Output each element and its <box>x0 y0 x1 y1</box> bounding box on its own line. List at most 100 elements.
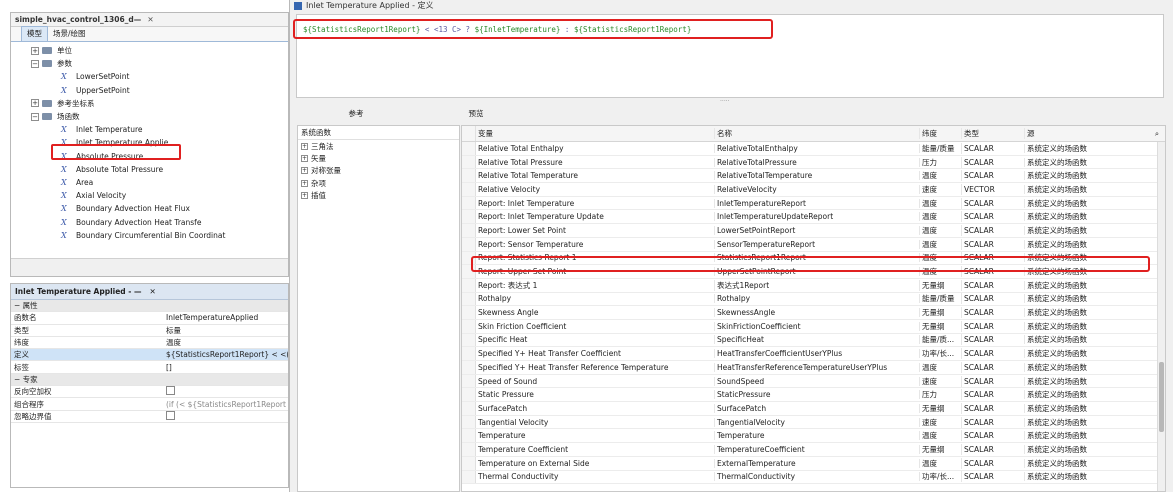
table-row[interactable]: Report: Inlet Temperature Update InletTem… <box>462 210 1165 225</box>
table-row[interactable]: Speed of Sound SoundSpeed 速度 SCALAR 系统定义的场函数 <box>462 374 1165 389</box>
table-row[interactable]: Relative Velocity RelativeVelocity 速度 VECTO… <box>462 183 1165 197</box>
cell-source: 系统定义的场函数 <box>1027 376 1087 386</box>
property-row[interactable]: 类型 标量 <box>11 325 288 337</box>
tree-item-label: Axial Velocity <box>76 191 127 201</box>
col-dimension[interactable]: 纬度 <box>920 128 962 139</box>
property-row[interactable]: 纬度 温度 <box>11 337 288 350</box>
col-variable[interactable]: 变量 <box>476 128 715 139</box>
close-icon[interactable]: ✕ <box>147 15 153 24</box>
row-gutter <box>462 443 476 456</box>
table-row[interactable]: Skewness Angle SkewnessAngle 无量纲 SCALAR 系统定义… <box>462 306 1165 320</box>
table-row[interactable]: Temperature Coefficient TemperatureCoeffi… <box>462 443 1165 457</box>
cell-dimension: 速度 <box>920 375 962 387</box>
table-row[interactable]: Relative Total Enthalpy RelativeTotalEnth… <box>462 142 1165 156</box>
table-row[interactable]: Relative Total Temperature RelativeTotalT… <box>462 169 1165 184</box>
table-row[interactable]: Report: Inlet Temperature InletTemperatur… <box>462 196 1165 211</box>
checkbox[interactable] <box>166 386 175 396</box>
tab-scenes-plots[interactable]: 场景/绘图 <box>48 27 91 41</box>
property-value[interactable]: InletTemperatureApplied <box>166 313 288 322</box>
table-row[interactable]: Skin Friction Coefficient SkinFrictionCoe… <box>462 319 1165 334</box>
expand-icon[interactable]: + <box>31 99 39 108</box>
tree-item[interactable]: X Boundary Circumferential Bin Coordinat <box>61 229 225 242</box>
tree-item[interactable]: X Axial Velocity <box>61 189 126 202</box>
collapse-icon[interactable]: − <box>31 59 39 68</box>
table-row[interactable]: Report: Lower Set Point LowerSetPointRepo… <box>462 224 1165 238</box>
col-type[interactable]: 类型 <box>962 128 1025 139</box>
dialog-title: Inlet Temperature Applied - 定义 <box>306 1 434 10</box>
property-row[interactable]: 标签 [] <box>11 361 288 374</box>
function-category[interactable]: + 对称张量 <box>298 165 459 177</box>
tree-tab[interactable]: simple_hvac_control_1306_d— ✕ <box>11 13 288 27</box>
table-row[interactable]: Thermal Conductivity ThermalConductivity 功… <box>462 470 1165 485</box>
col-source[interactable]: 源 <box>1025 128 1149 139</box>
cell-dimension: 无量纲 <box>920 307 962 319</box>
expand-icon[interactable]: + <box>301 167 308 175</box>
expand-icon[interactable]: + <box>301 192 308 200</box>
property-row[interactable]: 反向空加权 <box>11 386 288 399</box>
table-row[interactable]: Temperature on External Side ExternalTemp… <box>462 456 1165 471</box>
checkbox[interactable] <box>166 410 175 420</box>
function-category[interactable]: + 三角法 <box>298 140 459 152</box>
tree-item[interactable]: − 参数 <box>31 57 72 70</box>
function-category[interactable]: + 矢量 <box>298 152 459 164</box>
property-row[interactable]: 函数名 InletTemperatureApplied <box>11 312 288 325</box>
tree-item[interactable]: X Boundary Advection Heat Transfe <box>61 216 201 229</box>
property-value[interactable]: 温度 <box>166 337 288 348</box>
table-row[interactable]: SurfacePatch SurfacePatch 无量纲 SCALAR 系统定义的场函… <box>462 402 1165 416</box>
tab-preview[interactable]: 预览 <box>416 108 536 119</box>
tree-item[interactable]: X LowerSetPoint <box>61 70 129 83</box>
tree-item[interactable]: X Boundary Advection Heat Flux <box>61 202 190 215</box>
property-value[interactable]: ${StatisticsReport1Report} < <( <box>166 350 288 359</box>
property-value[interactable]: (if (< ${StatisticsReport1Report <box>166 400 288 409</box>
properties-table: − 属性 函数名 InletTemperatureApplied 类型 标量 纬度 温度 定义… <box>11 300 288 423</box>
table-row[interactable]: Specified Y+ Heat Transfer Reference Tem… <box>462 361 1165 375</box>
property-row[interactable]: 定义 ${StatisticsReport1Report} < <( <box>11 349 288 362</box>
property-value[interactable]: 标量 <box>166 325 288 336</box>
table-row[interactable]: Specific Heat SpecificHeat 能量/质... SCALAR 系统… <box>462 333 1165 348</box>
vertical-scrollbar[interactable] <box>1157 142 1165 491</box>
tree-item[interactable]: X Area <box>61 176 93 189</box>
table-row[interactable]: Specified Y+ Heat Transfer Coefficient He… <box>462 347 1165 361</box>
collapse-icon[interactable]: − <box>31 112 39 121</box>
table-row[interactable]: Report: 表达式 1 表达式1Report 无量纲 SCALAR 系统定义的场函数 <box>462 278 1165 293</box>
property-section[interactable]: − 属性 <box>11 300 288 313</box>
cell-variable: SurfacePatch <box>476 403 715 413</box>
table-row[interactable]: Report: Sensor Temperature SensorTemperat… <box>462 237 1165 252</box>
cell-type: SCALAR <box>962 308 1025 318</box>
cell-dimension: 温度 <box>920 224 962 236</box>
scrollbar-thumb[interactable] <box>1159 362 1164 432</box>
expand-icon[interactable]: + <box>301 142 308 150</box>
cell-dimension: 无量纲 <box>920 279 962 291</box>
tree-item[interactable]: + 单位 <box>31 44 72 57</box>
search-icon[interactable]: ⌕ <box>1149 129 1165 139</box>
col-name[interactable]: 名称 <box>715 128 920 139</box>
expand-icon[interactable]: + <box>31 46 39 55</box>
property-value[interactable]: [] <box>166 363 288 372</box>
tree-item[interactable]: X Inlet Temperature <box>61 123 143 136</box>
table-row[interactable]: Tangential Velocity TangentialVelocity 速度 S… <box>462 415 1165 430</box>
close-icon[interactable]: ✕ <box>150 287 156 296</box>
property-row[interactable]: 组合程序 (if (< ${StatisticsReport1Report <box>11 398 288 411</box>
field-function-icon: X <box>61 191 67 201</box>
cell-type: SCALAR <box>962 212 1025 222</box>
property-row[interactable]: 忽略边界值 <box>11 410 288 423</box>
table-row[interactable]: Temperature Temperature 温度 SCALAR 系统定义的场函数 <box>462 429 1165 444</box>
tab-model[interactable]: 模型 <box>21 26 48 41</box>
function-category[interactable]: + 插值 <box>298 190 459 202</box>
tree-item-label: 单位 <box>57 46 72 55</box>
horizontal-scrollbar[interactable] <box>11 258 288 276</box>
expand-icon[interactable]: + <box>301 179 308 187</box>
tree-item[interactable]: X UpperSetPoint <box>61 84 130 97</box>
cell-name: ExternalTemperature <box>715 458 920 468</box>
tree-item[interactable]: + 参考坐标系 <box>31 97 95 110</box>
table-row[interactable]: Static Pressure StaticPressure 压力 SCALAR 系统定… <box>462 388 1165 403</box>
expand-icon[interactable]: + <box>301 155 308 163</box>
row-gutter <box>462 319 476 333</box>
function-category[interactable]: + 杂项 <box>298 177 459 189</box>
table-row[interactable]: Rothalpy Rothalpy 能量/质量 SCALAR 系统定义的场函数 <box>462 292 1165 307</box>
table-row[interactable]: Relative Total Pressure RelativeTotalPres… <box>462 155 1165 170</box>
tab-reference[interactable]: 参考 <box>296 108 416 119</box>
tree-item[interactable]: X Absolute Total Pressure <box>61 163 163 176</box>
property-section[interactable]: − 专家 <box>11 373 288 387</box>
tree-item[interactable]: − 场函数 <box>31 110 80 123</box>
